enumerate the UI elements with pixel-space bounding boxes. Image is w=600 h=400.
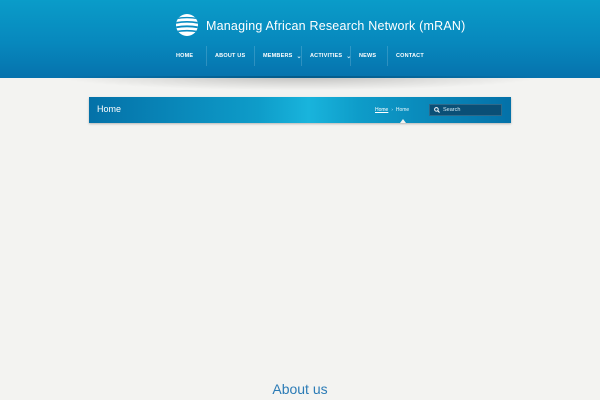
search-input[interactable] bbox=[440, 105, 501, 115]
nav-item-label: CONTACT bbox=[396, 53, 424, 59]
chevron-down-icon: ⌄ bbox=[296, 53, 302, 60]
breadcrumb-current: Home bbox=[395, 107, 410, 113]
site-title[interactable]: Managing African Research Network (mRAN) bbox=[206, 19, 465, 33]
nav-item-about-us[interactable]: ABOUT US bbox=[206, 46, 254, 66]
nav-item-home[interactable]: HOME bbox=[168, 46, 206, 66]
page-title-bar: Home Home › Home bbox=[89, 97, 511, 123]
nav-item-label: ABOUT US bbox=[215, 53, 246, 59]
header-shadow bbox=[60, 76, 540, 90]
breadcrumb: Home › Home bbox=[375, 107, 409, 113]
globe-icon[interactable] bbox=[175, 13, 199, 37]
search-box[interactable] bbox=[429, 104, 502, 116]
breadcrumb-separator-icon: › bbox=[391, 107, 393, 112]
nav-item-label: HOME bbox=[176, 53, 194, 59]
nav-item-label: NEWS bbox=[359, 53, 377, 59]
page-title: Home bbox=[97, 104, 122, 114]
nav-item-activities[interactable]: ACTIVITIES ⌄ bbox=[301, 46, 352, 66]
breadcrumb-pointer-icon bbox=[400, 119, 406, 123]
nav-item-label: MEMBERS bbox=[263, 53, 293, 59]
site-header: Managing African Research Network (mRAN)… bbox=[0, 0, 600, 78]
nav-item-members[interactable]: MEMBERS ⌄ bbox=[254, 46, 302, 66]
nav-item-contact[interactable]: CONTACT bbox=[387, 46, 431, 66]
about-heading: About us bbox=[272, 381, 328, 397]
breadcrumb-link-home[interactable]: Home bbox=[375, 107, 388, 113]
nav-item-news[interactable]: NEWS bbox=[350, 46, 387, 66]
main-nav: HOME ABOUT US MEMBERS ⌄ ACTIVITIES ⌄ NEW… bbox=[168, 46, 431, 66]
nav-item-label: ACTIVITIES bbox=[310, 53, 343, 59]
chevron-down-icon: ⌄ bbox=[346, 53, 352, 60]
